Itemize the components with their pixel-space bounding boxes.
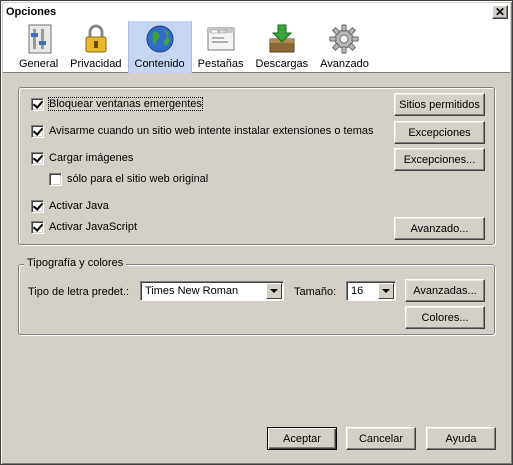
load-images-checkbox[interactable]	[31, 151, 44, 165]
warn-extensions-label: Avisarme cuando un sitio web intente ins…	[49, 125, 374, 137]
ok-button[interactable]: Aceptar	[267, 427, 337, 450]
tab-privacy-label: Privacidad	[70, 58, 122, 70]
load-images-option[interactable]: Cargar imágenes	[31, 150, 133, 166]
fonts-colors-group-label: Tipografía y colores	[24, 257, 127, 269]
tab-tabs[interactable]: Pestañas	[192, 21, 250, 73]
ok-label: Aceptar	[283, 432, 321, 445]
tabs-window-icon	[207, 27, 235, 51]
enable-javascript-option[interactable]: Activar JavaScript	[31, 219, 137, 235]
title-bar: Opciones ✕	[3, 3, 510, 21]
tab-advanced[interactable]: Avanzado	[314, 21, 375, 73]
font-size-dropdown-button[interactable]	[378, 283, 394, 299]
warn-extensions-checkbox[interactable]	[31, 124, 44, 138]
exceptions-button-2[interactable]: Excepciones...	[394, 148, 485, 171]
only-original-site-checkbox[interactable]	[49, 172, 62, 186]
allowed-sites-label: Sitios permitidos	[399, 98, 480, 111]
font-size-select[interactable]: 16	[346, 281, 396, 301]
load-images-label: Cargar imágenes	[49, 152, 134, 164]
lock-icon	[85, 24, 107, 53]
options-dialog: Opciones ✕ General Privacidad Contenido …	[0, 0, 513, 465]
fonts-advanced-button[interactable]: Avanzadas...	[405, 279, 485, 302]
enable-java-option[interactable]: Activar Java	[31, 198, 109, 214]
tab-general[interactable]: General	[13, 21, 64, 73]
enable-java-checkbox[interactable]	[31, 199, 44, 213]
default-font-dropdown-button[interactable]	[266, 283, 282, 299]
tab-content-label: Contenido	[134, 58, 185, 70]
close-button[interactable]: ✕	[492, 5, 508, 19]
javascript-advanced-label: Avanzado...	[410, 222, 469, 235]
block-popups-option[interactable]: Bloquear ventanas emergentes	[31, 96, 203, 112]
tab-tabs-label: Pestañas	[197, 58, 244, 70]
exceptions-2-label: Excepciones...	[403, 153, 476, 166]
default-font-select[interactable]: Times New Roman	[140, 281, 284, 301]
enable-javascript-label: Activar JavaScript	[49, 221, 138, 233]
enable-java-label: Activar Java	[49, 200, 109, 212]
default-font-value: Times New Roman	[145, 285, 239, 297]
options-toolbar: General Privacidad Contenido Pestañas De…	[3, 21, 510, 73]
tab-general-label: General	[19, 58, 59, 70]
exceptions-1-label: Excepciones	[408, 126, 471, 139]
javascript-advanced-button[interactable]: Avanzado...	[394, 217, 485, 240]
cancel-label: Cancelar	[358, 432, 404, 445]
block-popups-checkbox[interactable]	[31, 97, 44, 111]
general-icon	[28, 24, 52, 54]
tab-downloads[interactable]: Descargas	[250, 21, 315, 73]
only-original-site-label: sólo para el sitio web original	[67, 173, 209, 185]
close-icon: ✕	[494, 5, 506, 19]
help-button[interactable]: Ayuda	[426, 427, 496, 450]
chevron-down-icon	[270, 289, 278, 293]
colors-label: Colores...	[421, 311, 469, 324]
fonts-advanced-label: Avanzadas...	[413, 284, 477, 297]
warn-extensions-option[interactable]: Avisarme cuando un sitio web intente ins…	[31, 123, 373, 139]
font-size-label: Tamaño:	[294, 286, 337, 298]
tab-content[interactable]: Contenido	[127, 21, 192, 73]
colors-button[interactable]: Colores...	[405, 306, 485, 329]
globe-icon	[146, 25, 174, 53]
tab-advanced-label: Avanzado	[320, 58, 369, 70]
only-original-site-option[interactable]: sólo para el sitio web original	[49, 171, 208, 187]
allowed-sites-button[interactable]: Sitios permitidos	[394, 93, 485, 116]
window-title: Opciones	[6, 6, 57, 18]
tab-downloads-label: Descargas	[255, 58, 309, 70]
font-size-value: 16	[351, 285, 364, 297]
help-label: Ayuda	[445, 432, 477, 445]
download-box-icon	[269, 24, 295, 53]
gear-icon	[329, 24, 359, 54]
default-font-label: Tipo de letra predet.:	[28, 286, 130, 298]
chevron-down-icon	[382, 289, 390, 293]
exceptions-button-1[interactable]: Excepciones	[394, 121, 485, 144]
tab-privacy[interactable]: Privacidad	[64, 21, 127, 73]
cancel-button[interactable]: Cancelar	[346, 427, 416, 450]
block-popups-label: Bloquear ventanas emergentes	[48, 97, 203, 111]
enable-javascript-checkbox[interactable]	[31, 220, 44, 234]
